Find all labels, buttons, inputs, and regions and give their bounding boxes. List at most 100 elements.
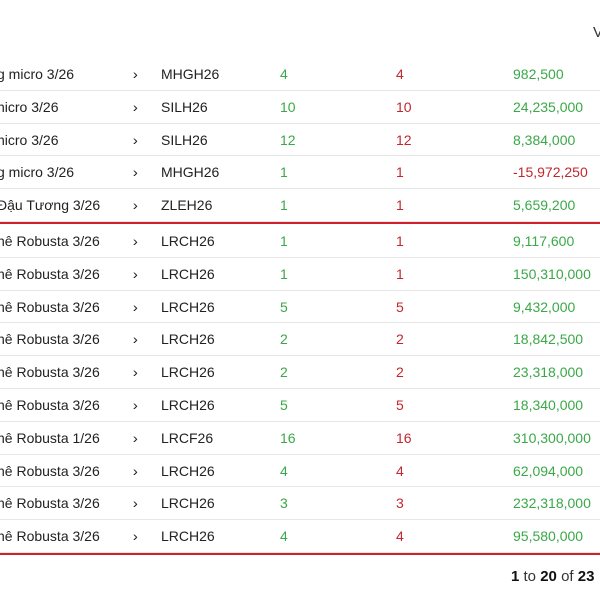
contract-name: hê Robusta 3/26 <box>0 528 100 545</box>
buy-quantity: 4 <box>280 66 288 82</box>
profit-value: -15,972,250 <box>513 164 588 181</box>
sell-quantity: 12 <box>396 131 412 148</box>
buy-quantity: 5 <box>280 396 288 413</box>
contract-symbol: LRCF26 <box>161 429 214 446</box>
contract-symbol: MHGH26 <box>161 66 220 82</box>
positions-table: g micro 3/26 › MHGH26 4 4 982,500 nicro 3/26 › S… <box>0 58 600 555</box>
buy-quantity: 2 <box>280 331 288 348</box>
profit-value: 982,500 <box>513 66 564 82</box>
chevron-right-icon[interactable]: › <box>133 132 138 148</box>
contract-symbol: SILH26 <box>161 98 208 115</box>
chevron-right-icon[interactable]: › <box>133 66 138 82</box>
page-of-word: of <box>561 568 574 585</box>
sell-quantity: 1 <box>396 197 404 214</box>
table-row[interactable]: hê Robusta 3/26 › LRCH26 4 4 95,580,000 <box>0 520 600 553</box>
contract-symbol: LRCH26 <box>161 396 215 413</box>
table-row[interactable]: hê Robusta 3/26 › LRCH26 5 5 18,340,000 <box>0 389 600 422</box>
contract-name: nicro 3/26 <box>0 98 59 115</box>
chevron-right-icon[interactable]: › <box>133 430 138 446</box>
contract-name: hê Robusta 3/26 <box>0 265 100 282</box>
buy-quantity: 4 <box>280 528 288 545</box>
buy-quantity: 1 <box>280 197 288 214</box>
table-row[interactable]: nicro 3/26 › SILH26 10 10 24,235,000 <box>0 91 600 124</box>
profit-value: 18,842,500 <box>513 331 584 348</box>
table-row[interactable]: hê Robusta 3/26 › LRCH26 4 4 62,094,000 <box>0 455 600 488</box>
buy-quantity: 10 <box>280 98 296 115</box>
page-from: 1 <box>511 568 520 585</box>
chevron-right-icon[interactable]: › <box>133 266 138 282</box>
buy-quantity: 2 <box>280 364 288 381</box>
column-header-partial: V <box>593 24 600 41</box>
chevron-right-icon[interactable]: › <box>133 99 138 115</box>
sell-quantity: 4 <box>396 66 404 82</box>
chevron-right-icon[interactable]: › <box>133 397 138 413</box>
contract-name: hê Robusta 3/26 <box>0 298 100 315</box>
profit-value: 23,318,000 <box>513 364 584 381</box>
contract-symbol: SILH26 <box>161 131 208 148</box>
profit-value: 310,300,000 <box>513 429 591 446</box>
table-row[interactable]: hê Robusta 3/26 › LRCH26 1 1 150,310,000 <box>0 258 600 291</box>
contract-name: g micro 3/26 <box>0 66 75 82</box>
contract-symbol: LRCH26 <box>161 331 215 348</box>
contract-name: hê Robusta 3/26 <box>0 364 100 381</box>
chevron-right-icon[interactable]: › <box>133 233 138 249</box>
buy-quantity: 5 <box>280 298 288 315</box>
contract-symbol: LRCH26 <box>161 232 215 249</box>
profit-value: 9,432,000 <box>513 298 576 315</box>
sell-quantity: 4 <box>396 462 404 479</box>
sell-quantity: 2 <box>396 364 404 381</box>
sell-quantity: 3 <box>396 495 404 512</box>
contract-name: hê Robusta 1/26 <box>0 429 100 446</box>
table-row[interactable]: hê Robusta 3/26 › LRCH26 2 2 18,842,500 <box>0 323 600 357</box>
sell-quantity: 16 <box>396 429 412 446</box>
profit-value: 62,094,000 <box>513 462 584 479</box>
table-row[interactable]: hê Robusta 3/26 › LRCH26 1 1 9,117,600 <box>0 225 600 258</box>
profit-value: 9,117,600 <box>513 232 575 249</box>
sell-quantity: 5 <box>396 298 404 315</box>
sell-quantity: 5 <box>396 396 404 413</box>
buy-quantity: 1 <box>280 232 288 249</box>
profit-value: 232,318,000 <box>513 495 591 512</box>
contract-symbol: LRCH26 <box>161 298 215 315</box>
buy-quantity: 3 <box>280 495 288 512</box>
contract-name: g micro 3/26 <box>0 164 75 181</box>
contract-symbol: LRCH26 <box>161 462 215 479</box>
buy-quantity: 12 <box>280 131 296 148</box>
contract-name: Đậu Tương 3/26 <box>0 197 101 214</box>
table-row[interactable]: nicro 3/26 › SILH26 12 12 8,384,000 <box>0 124 600 157</box>
contract-symbol: LRCH26 <box>161 364 215 381</box>
contract-symbol: LRCH26 <box>161 528 215 545</box>
profit-value: 95,580,000 <box>513 528 584 545</box>
profit-value: 24,235,000 <box>513 98 584 115</box>
buy-quantity: 1 <box>280 164 288 181</box>
profit-value: 8,384,000 <box>513 131 576 148</box>
buy-quantity: 4 <box>280 462 288 479</box>
contract-name: hê Robusta 3/26 <box>0 462 100 479</box>
chevron-right-icon[interactable]: › <box>133 299 138 315</box>
profit-value: 150,310,000 <box>513 265 591 282</box>
buy-quantity: 16 <box>280 429 296 446</box>
table-row[interactable]: hê Robusta 3/26 › LRCH26 5 5 9,432,000 <box>0 291 600 324</box>
buy-quantity: 1 <box>280 265 288 282</box>
chevron-right-icon[interactable]: › <box>133 331 138 347</box>
chevron-right-icon[interactable]: › <box>133 495 138 511</box>
sell-quantity: 1 <box>396 232 404 249</box>
contract-symbol: MHGH26 <box>161 164 220 181</box>
sell-quantity: 4 <box>396 528 404 545</box>
chevron-right-icon[interactable]: › <box>133 528 138 544</box>
profit-value: 18,340,000 <box>513 396 584 413</box>
table-row[interactable]: Đậu Tương 3/26 › ZLEH26 1 1 5,659,200 <box>0 189 600 222</box>
table-row[interactable]: g micro 3/26 › MHGH26 1 1 -15,972,250 <box>0 156 600 190</box>
page-to: 20 <box>540 568 557 585</box>
contract-symbol: LRCH26 <box>161 265 215 282</box>
chevron-right-icon[interactable]: › <box>133 463 138 479</box>
chevron-right-icon[interactable]: › <box>133 197 138 213</box>
table-row[interactable]: g micro 3/26 › MHGH26 4 4 982,500 <box>0 58 600 91</box>
table-row[interactable]: hê Robusta 3/26 › LRCH26 2 2 23,318,000 <box>0 356 600 389</box>
table-row[interactable]: hê Robusta 3/26 › LRCH26 3 3 232,318,000 <box>0 487 600 521</box>
chevron-right-icon[interactable]: › <box>133 164 138 180</box>
sell-quantity: 1 <box>396 265 404 282</box>
table-row[interactable]: hê Robusta 1/26 › LRCF26 16 16 310,300,000 <box>0 422 600 455</box>
contract-name: hê Robusta 3/26 <box>0 331 100 348</box>
chevron-right-icon[interactable]: › <box>133 364 138 380</box>
